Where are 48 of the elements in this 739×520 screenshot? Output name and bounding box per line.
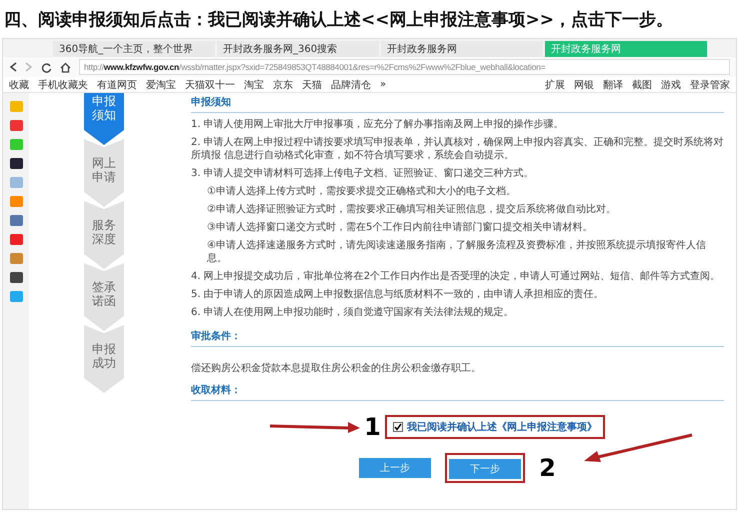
callout-number: 2 — [539, 456, 556, 480]
app-icon[interactable] — [10, 272, 22, 283]
callout-number: 1 — [364, 415, 381, 439]
bookmark-item[interactable]: 收藏 — [9, 78, 29, 92]
section-title: 申报须知 — [191, 93, 724, 113]
address-field[interactable]: http://www.kfzwfw.gov.cn/wssb/matter.jspx?sxid=725849853QT48884001&res=r%2Fcms%2Fwww%2Fblue_webhall&location= — [79, 59, 730, 75]
notice-paragraph: 1. 申请人使用网上审批大厅申报事项，应充分了解办事指南及网上申报的操作步骤。 — [191, 118, 565, 131]
notice-paragraph: 5. 由于申请人的原因造成网上申报数据信息与纸质材料不一致的，由申请人承担相应的责任。 — [191, 288, 605, 301]
notice-paragraph: ①申请人选择上传方式时，需按要求提交正确格式和大小的电子文档。 — [206, 185, 517, 198]
toolbar-item[interactable]: 扩展 — [545, 78, 565, 92]
back-icon[interactable] — [9, 62, 17, 72]
checkbox[interactable] — [392, 422, 403, 432]
toolbar-item[interactable]: 翻译 — [603, 78, 623, 92]
notice-paragraph: ④申请人选择速递服务方式时，请先阅读速递服务指南，了解服务流程及资费标准，并按照系统提示填报寄件人信息。 — [206, 239, 707, 265]
home-icon[interactable] — [60, 62, 71, 72]
browser-tab[interactable]: 开封政务服务网_360搜索 — [217, 41, 379, 57]
browser-tab[interactable]: 360导航_一个主页，整个世界 — [53, 41, 215, 57]
app-icon[interactable] — [10, 158, 22, 169]
section-title: 收取材料： — [191, 381, 724, 401]
notice-paragraph: ③申请人选择窗口递交方式时，需在5个工作日内前往申请部门窗口提交相关申请材料。 — [206, 221, 594, 234]
browser-tab[interactable]: 开封政务服务网 — [381, 41, 543, 57]
notice-paragraph: 4. 网上申报提交成功后，审批单位将在2个工作日内作出是否受理的决定，申请人可通过网站、短信、邮件等方式查阅。 — [191, 270, 722, 283]
toolbar-item[interactable]: 游戏 — [661, 78, 681, 92]
bookmark-item[interactable]: » — [380, 79, 386, 90]
notice-paragraph: 6. 申请人在使用网上申报功能时，须自觉遵守国家有关法律法规的规定。 — [191, 306, 515, 319]
agree-checkbox[interactable]: 我已阅读并确认上述《网上申报注意事项》 — [384, 415, 605, 439]
refresh-icon[interactable] — [41, 62, 52, 72]
bookmark-item[interactable]: 淘宝 — [244, 78, 264, 92]
bookmark-item[interactable]: 有道网页 — [97, 78, 137, 92]
step-chevron: 签承诺函 — [84, 263, 124, 331]
toolbar-item[interactable]: 截图 — [632, 78, 652, 92]
bookmark-item[interactable]: 天猫双十一 — [185, 78, 235, 92]
bookmark-item[interactable]: 手机收藏夹 — [38, 78, 88, 92]
step-chevron: 网上申请 — [84, 139, 124, 207]
instruction-heading: 四、阅读申报须知后点击：我已阅读并确认上述<<网上申报注意事项>>，点击下一步。 — [3, 9, 674, 32]
step-chevron: 服务深度 — [84, 201, 124, 269]
bookmark-item[interactable]: 品牌清仓 — [331, 78, 371, 92]
bookmark-item[interactable]: 爱淘宝 — [146, 78, 176, 92]
condition-text: 偿还购房公积金贷款本息提取住房公积金的住房公积金缴存职工。 — [191, 362, 482, 375]
notice-paragraph: ②申请人选择证照验证方式时，需按要求正确填写相关证照信息，提交后系统将做自动比对。 — [206, 203, 617, 216]
toolbar-item[interactable]: 登录管家 — [690, 78, 730, 92]
notice-paragraph: 3. 申请人提交申请材料可选择上传电子文档、证照验证、窗口递交三种方式。 — [191, 167, 535, 180]
bookmark-item[interactable]: 京东 — [273, 78, 293, 92]
step-chevron: 申报成功 — [84, 325, 124, 393]
section-title: 审批条件： — [191, 327, 724, 347]
notice-paragraph: 2. 申请人在网上申报过程中请按要求填写申报表单，并认真核对，确保网上申报内容真实、正确和完整。提交时系统将对所填报 信息进行自动格式化审查，如不符合填写要求，系统会自动提示。 — [191, 136, 724, 162]
toolbar-item[interactable]: 网银 — [574, 78, 594, 92]
bookmark-item[interactable]: 天猫 — [302, 78, 322, 92]
